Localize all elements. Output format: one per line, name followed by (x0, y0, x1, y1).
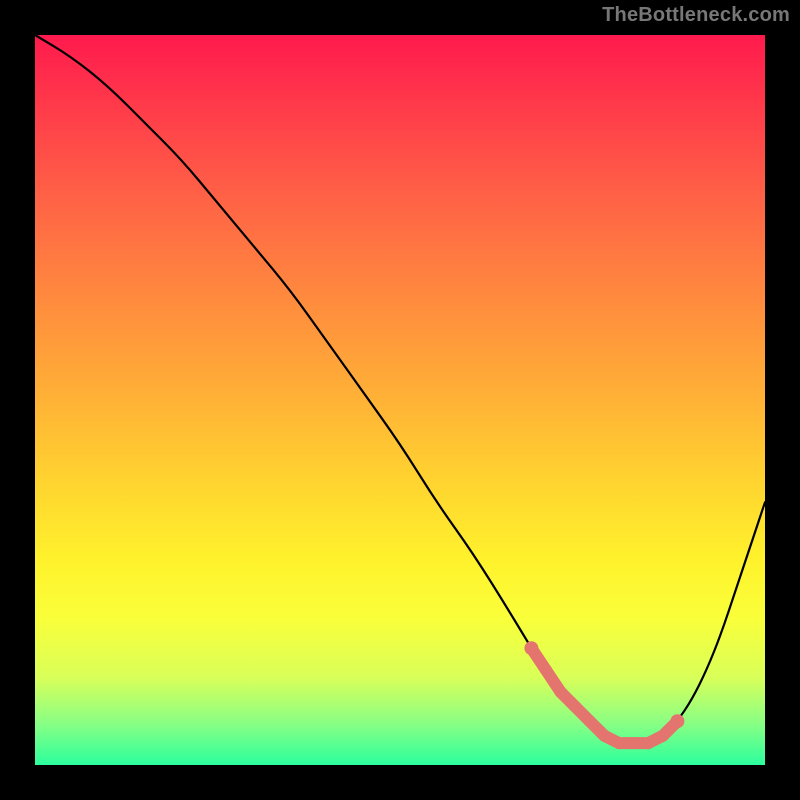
attribution-label: TheBottleneck.com (602, 4, 790, 27)
chart-overlay (35, 35, 765, 765)
chart-root: TheBottleneck.com (0, 0, 800, 800)
optimal-band (531, 648, 677, 743)
optimal-band-markers (524, 641, 684, 749)
bottleneck-curve (35, 35, 765, 743)
